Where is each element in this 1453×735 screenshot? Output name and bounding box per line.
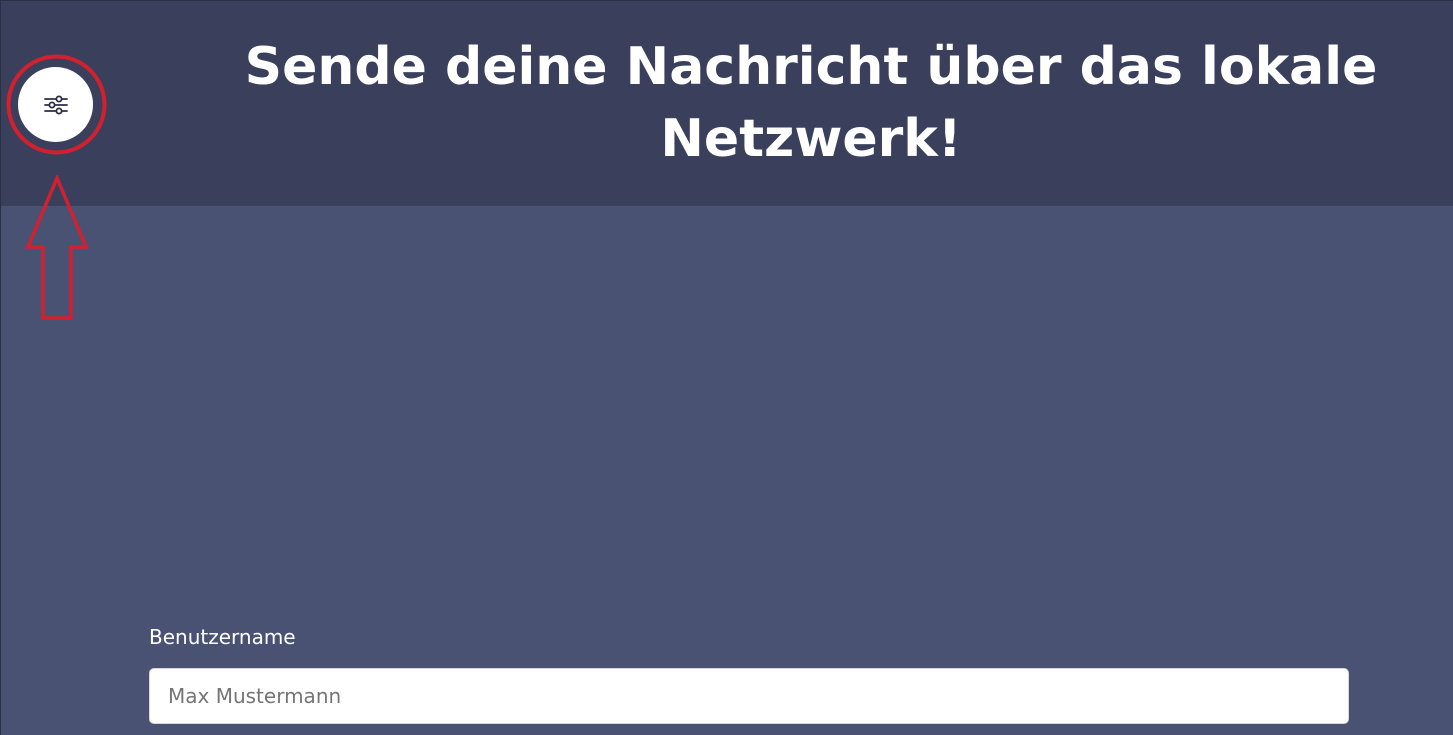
page-title: Sende deine Nachricht über das lokale Ne… <box>244 37 1378 169</box>
up-arrow-icon <box>25 175 89 320</box>
highlight-circle <box>6 54 107 155</box>
username-input[interactable] <box>149 668 1349 724</box>
page: Sende deine Nachricht über das lokale Ne… <box>0 0 1453 735</box>
header: Sende deine Nachricht über das lokale Ne… <box>1 1 1453 206</box>
username-label: Benutzername <box>149 625 296 649</box>
